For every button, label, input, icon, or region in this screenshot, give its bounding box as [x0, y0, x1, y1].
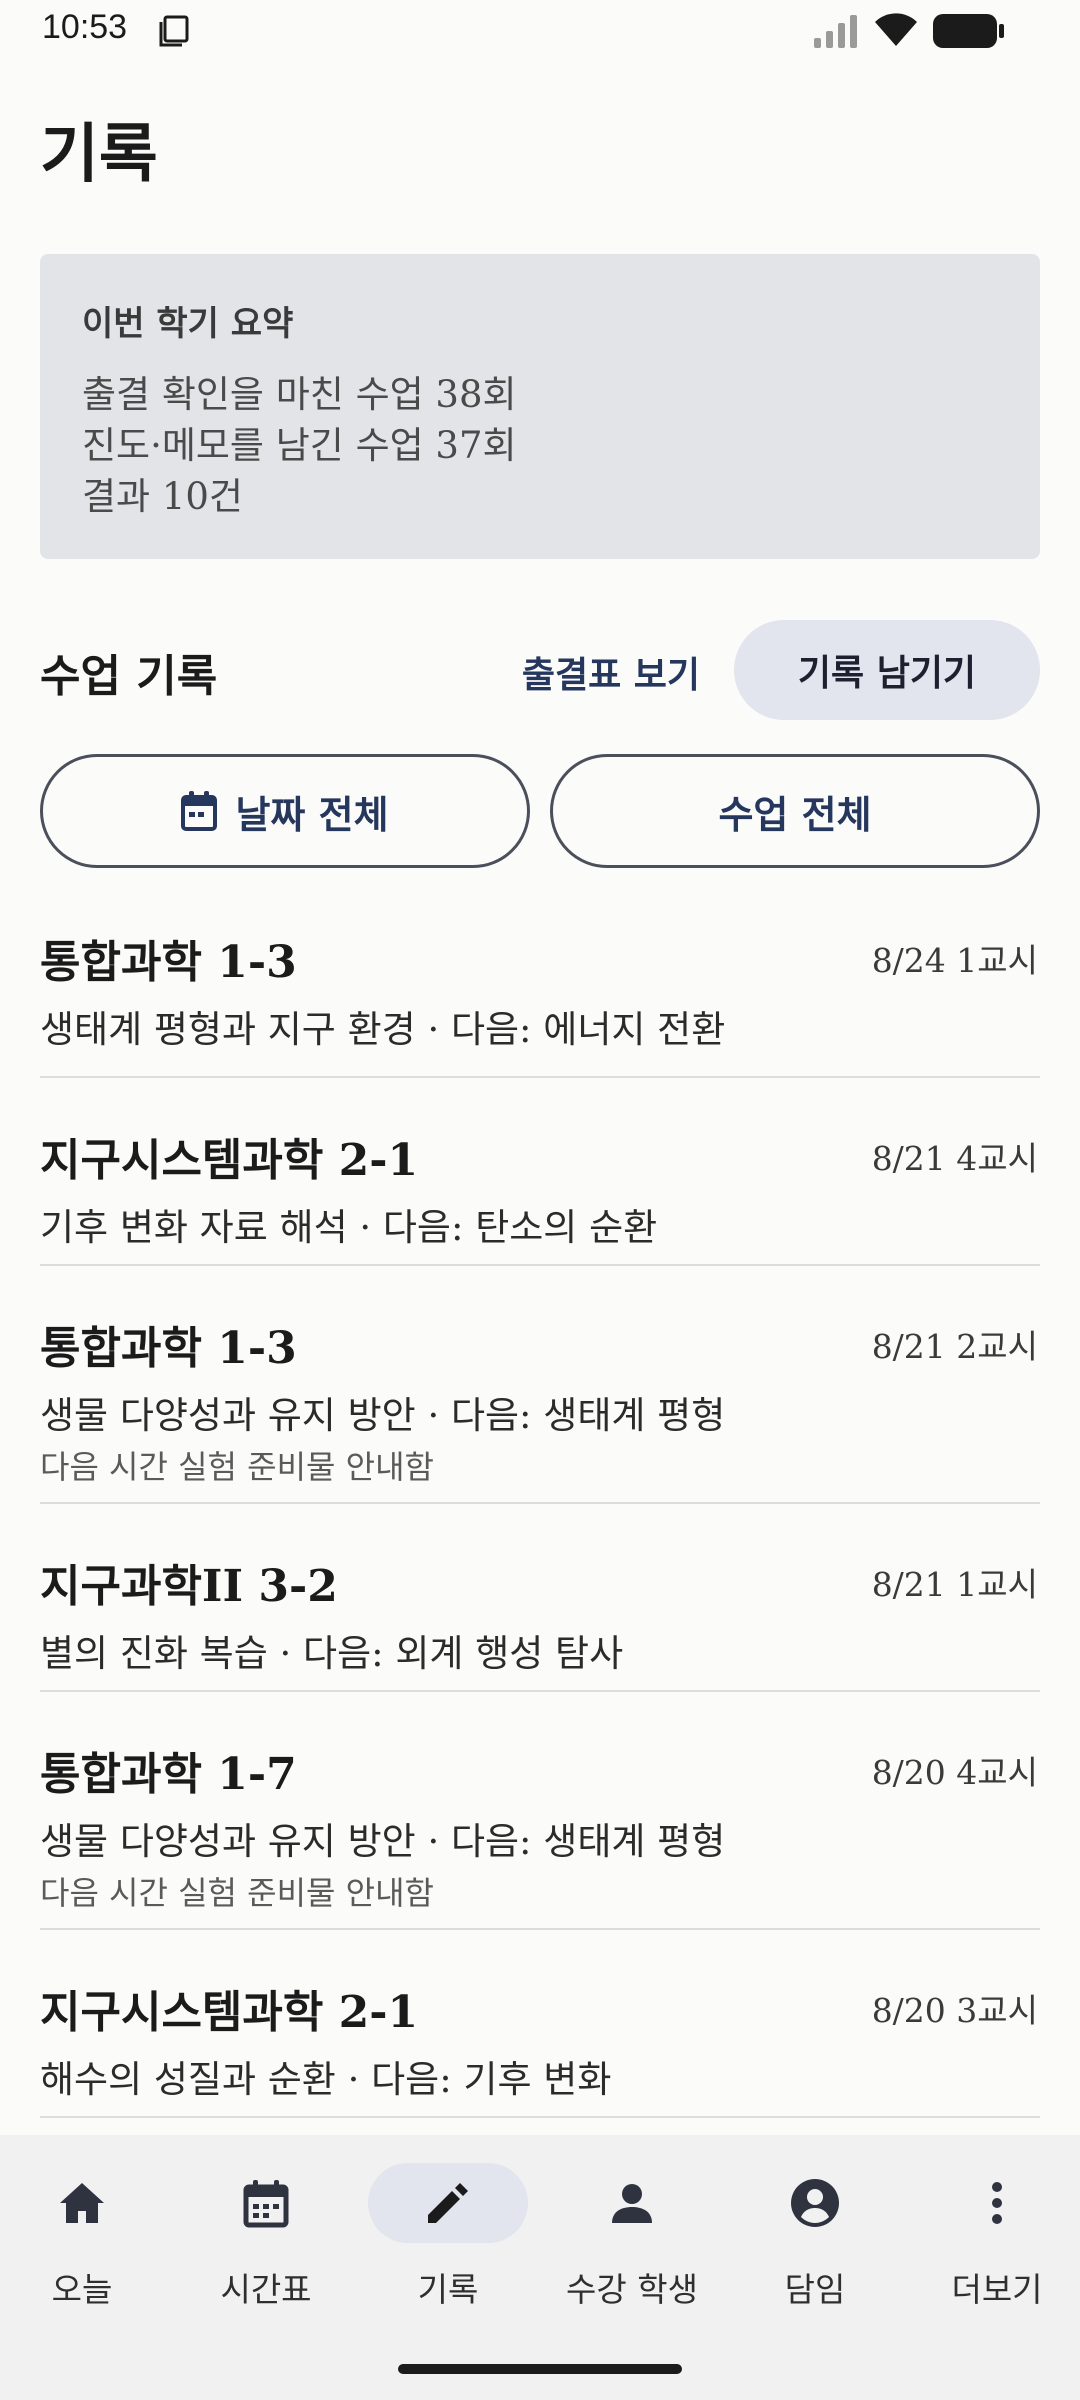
summary-line-results: 결과 10건 [82, 475, 243, 518]
record-row[interactable]: 지구시스템과학 2-1 8/20 3교시 해수의 성질과 순환 · 다음: 기후… [40, 1930, 1040, 2118]
home-icon [60, 2183, 104, 2223]
nav-label: 담임 [784, 2270, 846, 2309]
record-note: 다음 시간 실험 준비물 안내함 [40, 1448, 434, 1486]
nav-label: 수강 학생 [566, 2270, 698, 2309]
record-class: 통합과학 1-3 [40, 1323, 297, 1374]
record-description: 별의 진화 복습 · 다음: 외계 행성 탐사 [40, 1632, 624, 1675]
calendar-icon [243, 2180, 289, 2228]
battery-icon [933, 14, 1004, 48]
record-class: 지구시스템과학 2-1 [40, 1135, 419, 1186]
record-row[interactable]: 통합과학 1-3 8/21 2교시 생물 다양성과 유지 방안 · 다음: 생태… [40, 1266, 1040, 1504]
section-title: 수업 기록 [40, 651, 218, 702]
record-description: 생태계 평형과 지구 환경 · 다음: 에너지 전환 [40, 1008, 726, 1051]
nav-students[interactable]: 수강 학생 [542, 2163, 722, 2323]
record-row[interactable]: 지구과학II 3-2 8/21 1교시 별의 진화 복습 · 다음: 외계 행성… [40, 1504, 1040, 1692]
class-filter-button[interactable]: 수업 전체 [550, 754, 1040, 868]
signal-icon [814, 15, 857, 48]
record-date: 8/21 2교시 [871, 1327, 1038, 1366]
record-date: 8/21 4교시 [871, 1139, 1038, 1178]
view-attendance-link[interactable]: 출결표 보기 [522, 646, 700, 698]
class-records-header: 수업 기록 출결표 보기 기록 남기기 [40, 620, 1040, 720]
record-description: 생물 다양성과 유지 방안 · 다음: 생태계 평형 [40, 1394, 726, 1437]
record-date: 8/24 1교시 [871, 941, 1038, 980]
record-description: 해수의 성질과 순환 · 다음: 기후 변화 [40, 2058, 612, 2101]
record-date: 8/20 4교시 [871, 1753, 1038, 1792]
status-time: 10:53 [42, 8, 128, 46]
more-vert-icon [992, 2182, 1002, 2224]
nav-label: 더보기 [951, 2270, 1043, 2309]
screenshot-notification-icon [159, 15, 189, 47]
record-row[interactable]: 지구시스템과학 2-1 8/21 4교시 기후 변화 자료 해석 · 다음: 탄… [40, 1078, 1040, 1266]
record-class: 통합과학 1-7 [40, 1749, 297, 1800]
nav-label: 시간표 [220, 2270, 312, 2309]
calendar-icon [181, 791, 218, 831]
record-description: 생물 다양성과 유지 방안 · 다음: 생태계 평형 [40, 1820, 726, 1863]
person-icon [612, 2184, 652, 2223]
record-row[interactable]: 통합과학 1-7 8/20 4교시 생물 다양성과 유지 방안 · 다음: 생태… [40, 1692, 1040, 1930]
page-title: 기록 [40, 118, 158, 192]
bottom-navigation: 오늘 시간표 기록 수강 학생 담임 더보기 [0, 2135, 1080, 2400]
nav-more[interactable]: 더보기 [907, 2163, 1080, 2323]
summary-line-progress: 진도·메모를 남긴 수업 37회 [82, 424, 517, 467]
summary-title: 이번 학기 요약 [82, 304, 294, 344]
wifi-icon [875, 13, 917, 46]
record-row[interactable]: 통합과학 1-3 8/24 1교시 생태계 평형과 지구 환경 · 다음: 에너… [40, 880, 1040, 1078]
summary-line-attendance: 출결 확인을 마친 수업 38회 [82, 373, 517, 416]
nav-today[interactable]: 오늘 [0, 2163, 172, 2323]
add-record-button[interactable]: 기록 남기기 [734, 620, 1040, 720]
record-date: 8/21 1교시 [871, 1565, 1038, 1604]
date-filter-label: 날짜 전체 [235, 792, 389, 837]
nav-homeroom[interactable]: 담임 [725, 2163, 905, 2323]
date-filter-button[interactable]: 날짜 전체 [40, 754, 530, 868]
nav-timetable[interactable]: 시간표 [176, 2163, 356, 2323]
class-filter-label: 수업 전체 [718, 792, 872, 837]
record-list: 통합과학 1-3 8/24 1교시 생태계 평형과 지구 환경 · 다음: 에너… [40, 880, 1040, 2118]
record-class: 지구과학II 3-2 [40, 1561, 338, 1612]
pencil-icon [428, 2183, 468, 2223]
nav-label: 오늘 [51, 2270, 113, 2309]
home-gesture-bar[interactable] [398, 2364, 682, 2374]
record-description: 기후 변화 자료 해석 · 다음: 탄소의 순환 [40, 1206, 658, 1249]
nav-label: 기록 [417, 2270, 479, 2309]
record-date: 8/20 3교시 [871, 1991, 1038, 2030]
record-class: 지구시스템과학 2-1 [40, 1987, 419, 2038]
status-bar: 10:53 [0, 0, 1080, 60]
record-class: 통합과학 1-3 [40, 937, 297, 988]
record-note: 다음 시간 실험 준비물 안내함 [40, 1874, 434, 1912]
account-circle-icon [791, 2179, 839, 2227]
semester-summary-card: 이번 학기 요약 출결 확인을 마친 수업 38회 진도·메모를 남긴 수업 3… [40, 254, 1040, 559]
nav-records[interactable]: 기록 [358, 2163, 538, 2323]
